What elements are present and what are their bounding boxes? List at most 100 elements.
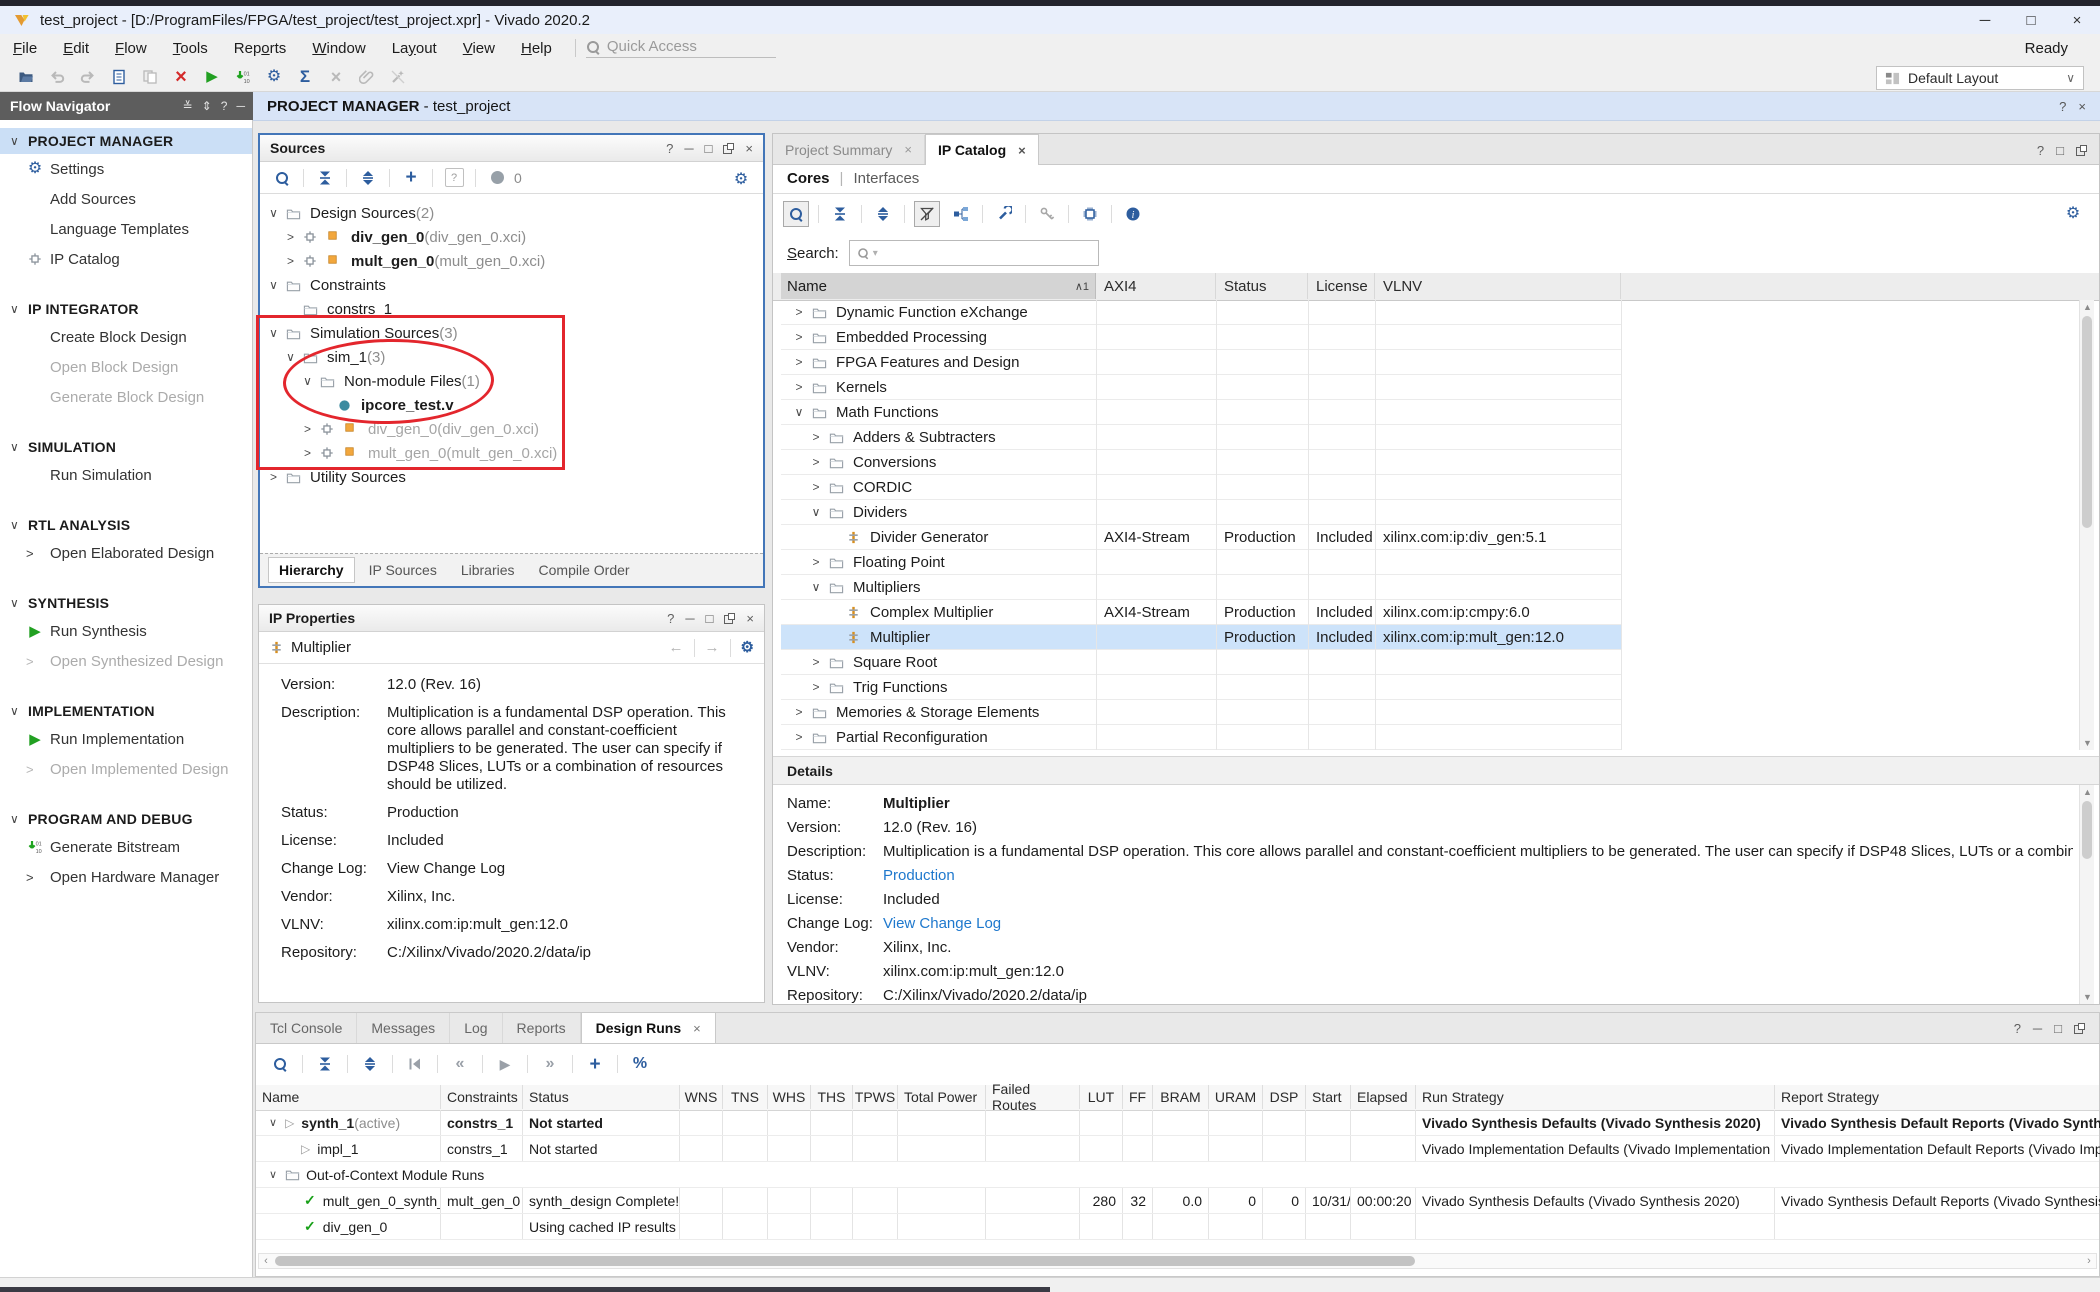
column-header-vlnv[interactable]: VLNV (1375, 273, 1621, 299)
chevron-down-icon[interactable]: ∨ (269, 1168, 277, 1181)
filter-icon[interactable] (914, 201, 940, 227)
tab-hierarchy[interactable]: Hierarchy (268, 557, 355, 583)
expand-all-icon[interactable] (358, 1052, 382, 1076)
maximize-icon[interactable]: □ (2056, 143, 2064, 158)
scroll-down-icon[interactable]: ▼ (2080, 736, 2095, 750)
maximize-icon[interactable]: □ (2054, 1021, 2062, 1036)
run-row-mult-gen-0-synth-1[interactable]: ✓mult_gen_0_synth_1mult_gen_0synth_desig… (256, 1188, 2099, 1214)
flow-item-settings[interactable]: ⚙Settings (0, 154, 252, 184)
tree-expander-icon[interactable]: > (791, 730, 807, 744)
float-icon[interactable] (723, 143, 734, 154)
chevron-right-icon[interactable]: > (266, 470, 281, 484)
layout-selector[interactable]: Default Layout ∨ (1876, 66, 2084, 90)
tab-design-runs[interactable]: Design Runs× (581, 1013, 716, 1043)
column-header-name[interactable]: Name∧1 (781, 273, 1096, 299)
close-icon[interactable]: × (1018, 143, 1026, 158)
search-icon[interactable] (270, 166, 294, 190)
tab-ip-sources[interactable]: IP Sources (359, 558, 447, 582)
tree-expander-icon[interactable]: > (808, 455, 824, 469)
tree-expander-icon[interactable]: ∨ (808, 580, 824, 594)
catalog-row-memories-storage-elements[interactable]: >Memories & Storage Elements (781, 700, 1621, 725)
menu-tools[interactable]: Tools (160, 40, 221, 57)
tree-item-mult-gen-0[interactable]: >mult_gen_0 (mult_gen_0.xci) (260, 441, 763, 465)
column-header-run-strategy[interactable]: Run Strategy (1416, 1085, 1775, 1109)
quick-access-search[interactable]: Quick Access (586, 38, 776, 58)
report-icon[interactable] (107, 65, 131, 89)
scroll-up-icon[interactable]: ▲ (2080, 300, 2095, 314)
missing-sources-icon[interactable]: ? (442, 166, 466, 190)
catalog-row-math-functions[interactable]: ∨Math Functions (781, 400, 1621, 425)
menu-view[interactable]: View (450, 40, 508, 57)
menu-flow[interactable]: Flow (102, 40, 160, 57)
flow-item-language-templates[interactable]: Language Templates (0, 214, 252, 244)
minimize-icon[interactable]: ─ (2033, 1021, 2042, 1036)
property-link[interactable]: Production (387, 804, 739, 822)
catalog-row-fpga-features-and-design[interactable]: >FPGA Features and Design (781, 350, 1621, 375)
flow-item-run-synthesis[interactable]: ▶Run Synthesis (0, 616, 252, 646)
information-icon[interactable]: i (1121, 202, 1145, 226)
forward-arrow-icon[interactable]: → (705, 639, 720, 656)
step-back-icon[interactable]: « (448, 1052, 472, 1076)
menu-layout[interactable]: Layout (379, 40, 450, 57)
catalog-row-dividers[interactable]: ∨Dividers (781, 500, 1621, 525)
collapse-all-icon[interactable] (313, 166, 337, 190)
chevron-right-icon[interactable]: > (283, 230, 298, 244)
horizontal-scrollbar[interactable]: ‹ › (258, 1253, 2097, 1269)
flow-section-header-rtl-analysis[interactable]: ∨RTL ANALYSIS (0, 512, 252, 538)
column-header-license[interactable]: License (1308, 273, 1375, 299)
help-icon[interactable]: ? (666, 141, 673, 156)
chevron-down-icon[interactable]: ∨ (266, 206, 281, 220)
menu-edit[interactable]: Edit (50, 40, 102, 57)
flow-item-open-synthesized-design[interactable]: >Open Synthesized Design (0, 646, 252, 676)
add-sources-icon[interactable]: + (399, 166, 423, 190)
tree-item-constraints[interactable]: ∨Constraints (260, 273, 763, 297)
column-header-whs[interactable]: WHS (768, 1085, 811, 1109)
scroll-down-icon[interactable]: ▼ (2080, 990, 2095, 1004)
details-scrollbar[interactable]: ▲ ▼ (2079, 785, 2094, 1004)
summary-icon[interactable]: Σ (293, 65, 317, 89)
menu-help[interactable]: Help (508, 40, 565, 57)
cancel-icon[interactable]: × (324, 65, 348, 89)
back-arrow-icon[interactable]: ← (669, 639, 684, 656)
detail-link[interactable]: Production (883, 867, 955, 884)
column-header-report-strategy[interactable]: Report Strategy (1775, 1085, 2100, 1109)
incremental-icon[interactable]: % (628, 1052, 652, 1076)
chevron-right-icon[interactable]: > (300, 422, 315, 436)
group-by-icon[interactable] (949, 202, 973, 226)
auto-fix-icon[interactable] (386, 65, 410, 89)
flow-item-open-hardware-manager[interactable]: >Open Hardware Manager (0, 862, 252, 892)
tab-libraries[interactable]: Libraries (451, 558, 525, 582)
flow-item-run-simulation[interactable]: Run Simulation (0, 460, 252, 490)
window-minimize-icon[interactable]: ─ (1962, 12, 2008, 29)
help-icon[interactable]: ? (667, 611, 674, 626)
close-icon[interactable]: × (904, 142, 912, 157)
scroll-up-icon[interactable]: ▲ (2080, 785, 2095, 799)
flow-section-header-ip-integrator[interactable]: ∨IP INTEGRATOR (0, 296, 252, 322)
help-icon[interactable]: ? (2037, 143, 2044, 158)
float-icon[interactable] (724, 613, 735, 624)
window-close-icon[interactable]: × (2054, 12, 2100, 29)
close-icon[interactable]: × (745, 141, 753, 156)
column-header-wns[interactable]: WNS (680, 1085, 723, 1109)
collapse-all-icon[interactable]: ≚ (183, 99, 193, 113)
tree-item-utility-sources[interactable]: >Utility Sources (260, 465, 763, 489)
run-row-impl-1[interactable]: ▷impl_1constrs_1Not startedVivado Implem… (256, 1136, 2099, 1162)
search-icon[interactable] (783, 201, 809, 227)
column-header-status[interactable]: Status (523, 1085, 680, 1109)
chevron-down-icon[interactable]: ∨ (300, 374, 315, 388)
minimize-icon[interactable]: ─ (685, 611, 694, 626)
tab-ip-catalog[interactable]: IP Catalog× (925, 134, 1039, 165)
expand-all-icon[interactable]: ⇕ (202, 99, 212, 113)
restart-run-icon[interactable] (403, 1052, 427, 1076)
maximize-icon[interactable]: □ (706, 611, 714, 626)
tree-item-non-module-files[interactable]: ∨Non-module Files (1) (260, 369, 763, 393)
run-row-div-gen-0[interactable]: ✓div_gen_0Using cached IP results (256, 1214, 2099, 1240)
flow-section-header-simulation[interactable]: ∨SIMULATION (0, 434, 252, 460)
collapse-all-icon[interactable] (313, 1052, 337, 1076)
column-header-start[interactable]: Start (1306, 1085, 1351, 1109)
help-icon[interactable]: ? (2014, 1021, 2021, 1036)
catalog-row-divider-generator[interactable]: Divider GeneratorAXI4-StreamProductionIn… (781, 525, 1621, 550)
scroll-right-icon[interactable]: › (2082, 1254, 2096, 1268)
catalog-row-partial-reconfiguration[interactable]: >Partial Reconfiguration (781, 725, 1621, 750)
tree-expander-icon[interactable]: > (791, 355, 807, 369)
